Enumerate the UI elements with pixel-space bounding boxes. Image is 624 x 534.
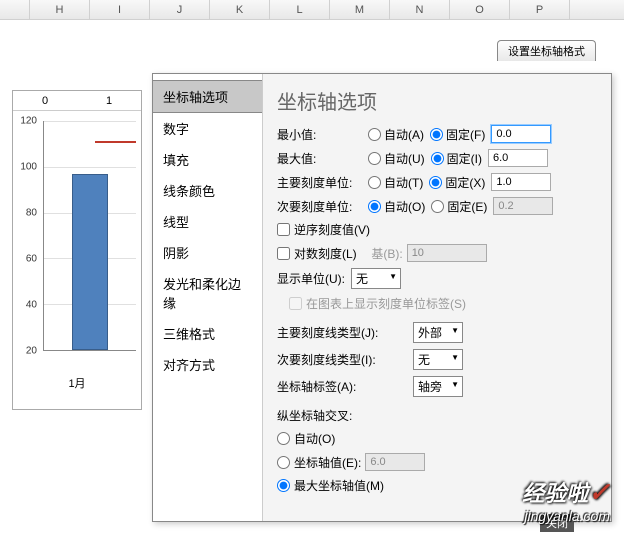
dialog-sidebar: 坐标轴选项 数字 填充 线条颜色 线型 阴影 发光和柔化边缘 三维格式 对齐方式 [153, 74, 263, 521]
minor-tick-type-label: 次要刻度线类型(I): [277, 351, 407, 368]
y-tick: 40 [26, 300, 37, 311]
sidebar-item-fill[interactable]: 填充 [153, 144, 262, 175]
display-unit-select[interactable]: 无 [351, 268, 401, 289]
sidebar-item-line-color[interactable]: 线条颜色 [153, 175, 262, 206]
min-value-input[interactable] [491, 125, 551, 143]
crosses-value-radio[interactable] [277, 456, 290, 469]
minor-unit-label: 次要刻度单位: [277, 198, 362, 215]
col-header[interactable]: H [30, 0, 90, 19]
crosses-value-label: 坐标轴值(E): [294, 454, 361, 471]
minor-auto-radio[interactable]: 自动(O) [368, 198, 425, 215]
chart-head-0: 0 [13, 91, 77, 110]
embedded-chart[interactable]: 0 1 120 100 80 60 40 20 1月 [12, 90, 142, 410]
crosses-max-label: 最大坐标轴值(M) [294, 477, 384, 494]
crosses-auto-label: 自动(O) [294, 430, 335, 447]
format-axis-dialog: 坐标轴选项 数字 填充 线条颜色 线型 阴影 发光和柔化边缘 三维格式 对齐方式… [152, 73, 612, 522]
axis-labels-label: 坐标轴标签(A): [277, 378, 407, 395]
sidebar-item-shadow[interactable]: 阴影 [153, 237, 262, 268]
chart-head-1: 1 [77, 91, 141, 110]
col-header[interactable]: K [210, 0, 270, 19]
show-unit-label-checkbox [289, 297, 302, 310]
crosses-auto-radio[interactable] [277, 432, 290, 445]
sidebar-item-axis-options[interactable]: 坐标轴选项 [153, 80, 262, 113]
column-headers: H I J K L M N O P [0, 0, 624, 20]
crosses-value-input [365, 453, 425, 471]
reverse-order-label: 逆序刻度值(V) [294, 221, 370, 238]
max-fixed-radio[interactable]: 固定(I) [431, 150, 482, 167]
max-label: 最大值: [277, 150, 362, 167]
col-header[interactable]: J [150, 0, 210, 19]
y-tick: 80 [26, 208, 37, 219]
base-input [407, 244, 487, 262]
display-unit-label: 显示单位(U): [277, 270, 345, 287]
show-unit-label-text: 在图表上显示刻度单位标签(S) [306, 295, 466, 312]
dialog-title-tab: 设置坐标轴格式 [497, 40, 596, 61]
major-unit-label: 主要刻度单位: [277, 174, 362, 191]
y-tick: 100 [20, 162, 37, 173]
sidebar-item-alignment[interactable]: 对齐方式 [153, 349, 262, 380]
log-scale-checkbox[interactable] [277, 247, 290, 260]
base-label: 基(B): [371, 245, 402, 262]
crosses-max-radio[interactable] [277, 479, 290, 492]
workspace: 0 1 120 100 80 60 40 20 1月 设置坐 [0, 20, 624, 534]
sidebar-item-3d[interactable]: 三维格式 [153, 318, 262, 349]
reverse-order-checkbox[interactable] [277, 223, 290, 236]
sidebar-item-line-style[interactable]: 线型 [153, 206, 262, 237]
y-tick: 60 [26, 254, 37, 265]
min-auto-radio[interactable]: 自动(A) [368, 126, 424, 143]
series-line-marker [95, 141, 136, 143]
minor-unit-input [493, 197, 553, 215]
x-axis-label: 1月 [13, 371, 141, 391]
y-tick: 20 [26, 346, 37, 357]
panel-title: 坐标轴选项 [277, 86, 597, 115]
sidebar-item-number[interactable]: 数字 [153, 113, 262, 144]
y-tick: 120 [20, 116, 37, 127]
col-header[interactable]: P [510, 0, 570, 19]
major-fixed-radio[interactable]: 固定(X) [429, 174, 485, 191]
col-header[interactable]: I [90, 0, 150, 19]
major-auto-radio[interactable]: 自动(T) [368, 174, 423, 191]
col-header[interactable]: M [330, 0, 390, 19]
axis-options-panel: 坐标轴选项 最小值: 自动(A) 固定(F) 最大值: 自动(U) 固定(I) … [263, 74, 611, 521]
major-tick-type-select[interactable]: 外部 [413, 322, 463, 343]
col-header-blank [0, 0, 30, 19]
minor-fixed-radio[interactable]: 固定(E) [431, 198, 487, 215]
col-header[interactable]: N [390, 0, 450, 19]
max-auto-radio[interactable]: 自动(U) [368, 150, 425, 167]
col-header[interactable]: L [270, 0, 330, 19]
axis-labels-select[interactable]: 轴旁 [413, 376, 463, 397]
col-header[interactable]: O [450, 0, 510, 19]
major-tick-type-label: 主要刻度线类型(J): [277, 324, 407, 341]
plot-area[interactable] [43, 121, 136, 351]
log-scale-label: 对数刻度(L) [294, 245, 357, 262]
min-fixed-radio[interactable]: 固定(F) [430, 126, 485, 143]
sidebar-item-glow[interactable]: 发光和柔化边缘 [153, 268, 262, 318]
max-value-input[interactable] [488, 149, 548, 167]
watermark: 经验啦✓ jingyanla.com [522, 476, 610, 524]
major-unit-input[interactable] [491, 173, 551, 191]
check-icon: ✓ [588, 477, 610, 507]
data-bar[interactable] [72, 174, 109, 350]
minor-tick-type-select[interactable]: 无 [413, 349, 463, 370]
min-label: 最小值: [277, 126, 362, 143]
crosses-title: 纵坐标轴交叉: [277, 407, 597, 424]
